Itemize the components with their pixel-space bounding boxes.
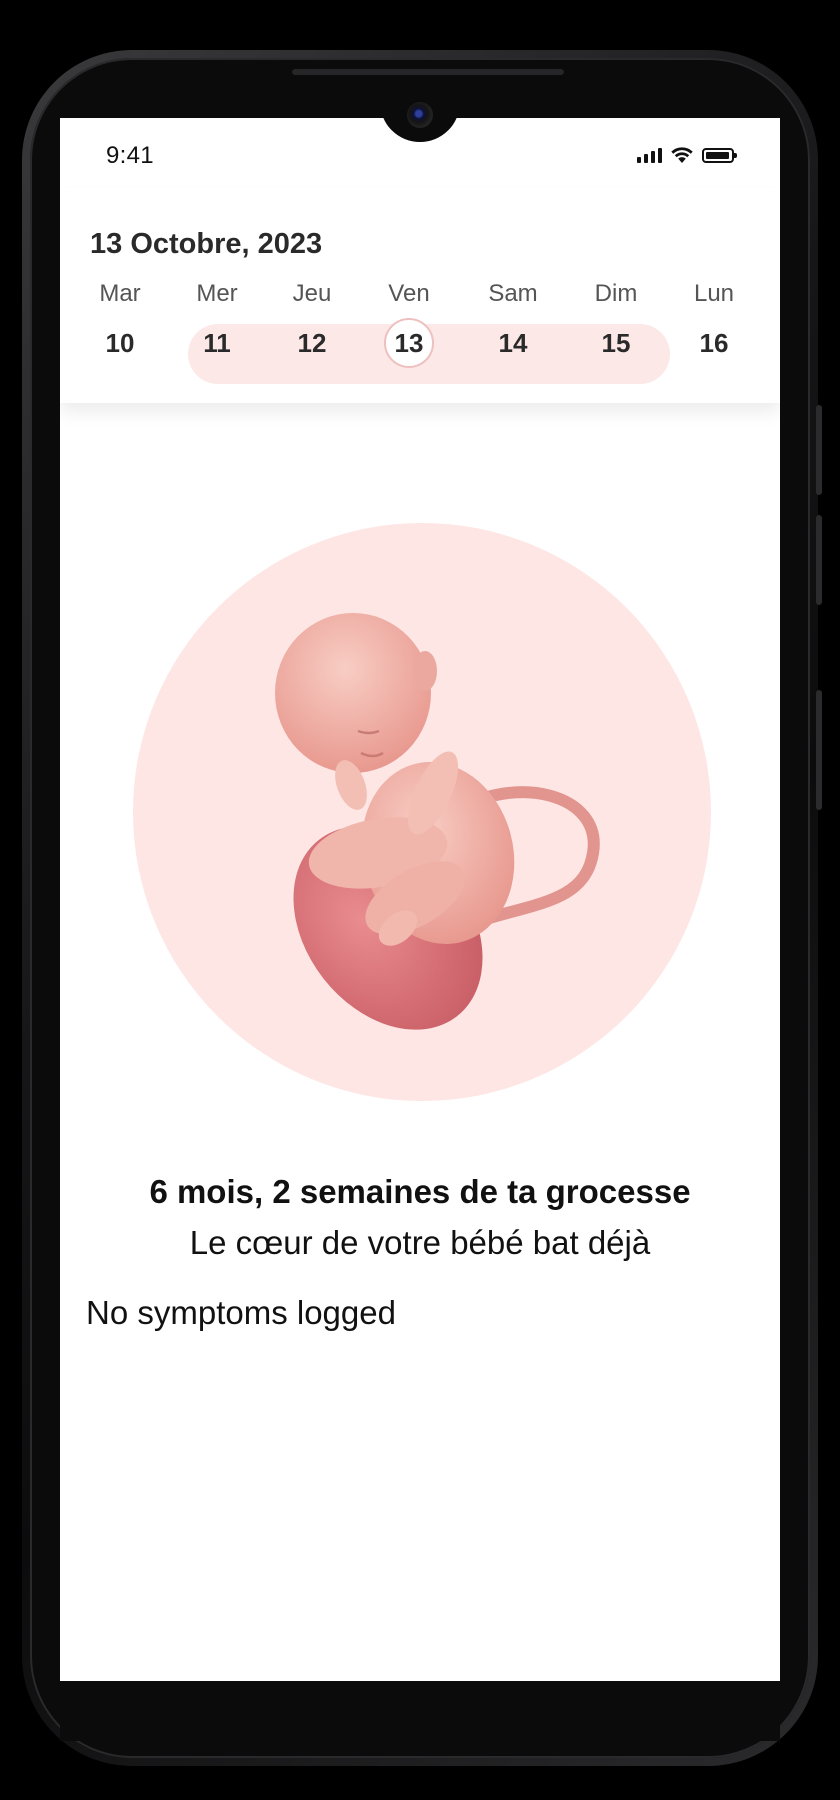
- selected-date-title: 13 Octobre, 2023: [90, 228, 323, 260]
- symptoms-status: No symptoms logged: [86, 1294, 396, 1331]
- day-number-selected: 13: [384, 318, 434, 368]
- calendar-header: 13 Octobre, 2023 Mar 10 Mer 11 Jeu 12 Ve…: [60, 188, 780, 403]
- day-sam[interactable]: Sam 14: [463, 278, 563, 368]
- front-camera-icon: [407, 102, 433, 128]
- day-name: Dim: [594, 280, 638, 307]
- day-number: 14: [498, 328, 528, 358]
- day-dim[interactable]: Dim 15: [566, 278, 666, 368]
- app-screen: 9:41 13 Octobre, 2023 Mar 10 Mer 11 Jeu …: [60, 118, 780, 1681]
- battery-icon: [702, 147, 737, 163]
- day-name: Sam: [488, 280, 538, 307]
- pregnancy-progress-subtitle: Le cœur de votre bébé bat déjà: [189, 1224, 651, 1261]
- day-number: 10: [105, 328, 135, 358]
- status-icons: [637, 146, 737, 164]
- day-mar[interactable]: Mar 10: [70, 278, 170, 368]
- volume-up-button: [816, 405, 822, 495]
- day-ven[interactable]: Ven 13: [359, 278, 459, 368]
- cellular-signal-icon: [637, 147, 662, 163]
- power-button: [816, 690, 822, 810]
- day-mer[interactable]: Mer 11: [167, 278, 267, 368]
- week-strip: Mar 10 Mer 11 Jeu 12 Ven 13 Sam 14 Dim 1…: [60, 278, 780, 384]
- phone-chin: [60, 1681, 780, 1741]
- day-number: 12: [297, 328, 327, 358]
- day-jeu[interactable]: Jeu 12: [262, 278, 362, 368]
- day-number: 15: [601, 328, 631, 358]
- day-name: Mar: [99, 280, 141, 307]
- status-time: 9:41: [106, 142, 154, 169]
- fetus-illustration: [133, 523, 711, 1101]
- day-name: Jeu: [292, 280, 332, 307]
- day-number: 11: [203, 328, 231, 358]
- day-lun[interactable]: Lun 16: [664, 278, 764, 368]
- day-name: Ven: [388, 280, 430, 307]
- day-number: 16: [699, 328, 729, 358]
- day-name: Mer: [196, 280, 238, 307]
- wifi-icon: [671, 147, 693, 163]
- volume-down-button: [816, 515, 822, 605]
- day-name: Lun: [693, 280, 735, 307]
- fetus-icon: [275, 613, 600, 1030]
- pregnancy-progress-title: 6 mois, 2 semaines de ta grocesse: [149, 1173, 691, 1210]
- speaker-grille: [292, 69, 564, 75]
